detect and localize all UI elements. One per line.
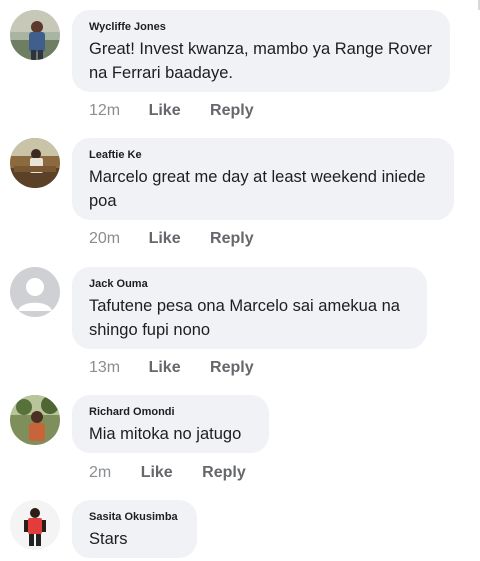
leaftie-avatar[interactable] bbox=[10, 138, 60, 188]
comment-author[interactable]: Leaftie Ke bbox=[89, 148, 437, 162]
reply-button[interactable]: Reply bbox=[202, 463, 246, 483]
like-button[interactable]: Like bbox=[141, 463, 173, 483]
comments-feed: Wycliffe Jones Great! Invest kwanza, mam… bbox=[0, 0, 480, 561]
sasita-avatar[interactable] bbox=[10, 500, 60, 550]
comment-text: Tafutene pesa ona Marcelo sai amekua na … bbox=[89, 297, 400, 339]
default-person-icon[interactable] bbox=[10, 267, 60, 317]
comment-actions: 2m Like Reply bbox=[89, 463, 246, 483]
comment-author[interactable]: Jack Ouma bbox=[89, 277, 410, 291]
comment-text: Marcelo great me day at least weekend in… bbox=[89, 168, 426, 210]
comment-bubble: Wycliffe Jones Great! Invest kwanza, mam… bbox=[72, 10, 450, 92]
comment-bubble: Jack Ouma Tafutene pesa ona Marcelo sai … bbox=[72, 267, 427, 349]
comment-text: Stars bbox=[89, 530, 128, 548]
reply-button[interactable]: Reply bbox=[210, 229, 254, 249]
comment-author[interactable]: Wycliffe Jones bbox=[89, 20, 433, 34]
richard-avatar[interactable] bbox=[10, 395, 60, 445]
comment-bubble: Richard Omondi Mia mitoka no jatugo bbox=[72, 395, 269, 453]
reply-button[interactable]: Reply bbox=[210, 358, 254, 378]
wycliffe-avatar[interactable] bbox=[10, 10, 60, 60]
comment-time[interactable]: 20m bbox=[89, 229, 120, 249]
comment-text: Great! Invest kwanza, mambo ya Range Rov… bbox=[89, 40, 432, 82]
comment-time[interactable]: 12m bbox=[89, 101, 120, 121]
comment-time[interactable]: 13m bbox=[89, 358, 120, 378]
comment-text: Mia mitoka no jatugo bbox=[89, 425, 242, 443]
like-button[interactable]: Like bbox=[149, 101, 181, 121]
comment-actions: 13m Like Reply bbox=[89, 358, 254, 378]
comment-actions: 12m Like Reply bbox=[89, 101, 254, 121]
like-button[interactable]: Like bbox=[149, 358, 181, 378]
comment-bubble: Sasita Okusimba Stars bbox=[72, 500, 197, 558]
comment-actions: 20m Like Reply bbox=[89, 229, 254, 249]
comment-bubble: Leaftie Ke Marcelo great me day at least… bbox=[72, 138, 454, 220]
comment-time[interactable]: 2m bbox=[89, 463, 111, 483]
like-button[interactable]: Like bbox=[149, 229, 181, 249]
comment-author[interactable]: Richard Omondi bbox=[89, 405, 252, 419]
comment-author[interactable]: Sasita Okusimba bbox=[89, 510, 180, 524]
reply-button[interactable]: Reply bbox=[210, 101, 254, 121]
